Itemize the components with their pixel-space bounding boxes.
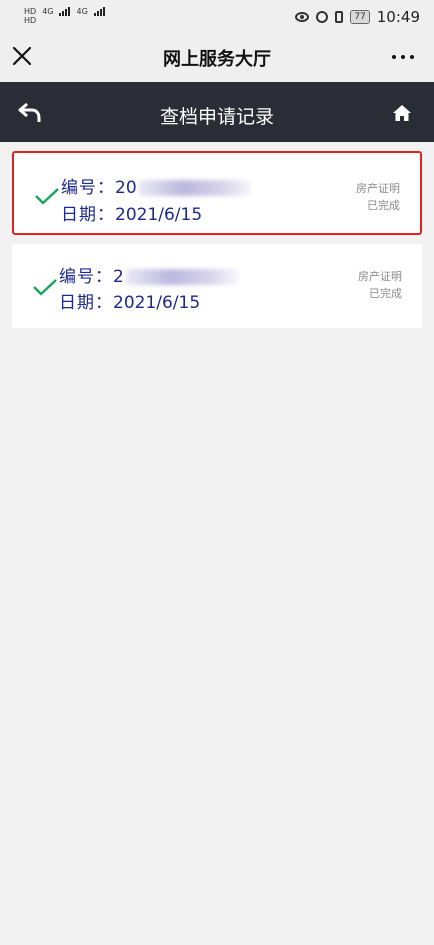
check-icon — [35, 188, 59, 205]
record-date-row: 日期：2021/6/15 — [59, 288, 200, 313]
redacted-number — [125, 269, 238, 285]
record-number: 20 — [115, 178, 137, 198]
clock: 10:49 — [376, 8, 420, 26]
nav-bar: 查档申请记录 — [0, 82, 434, 142]
record-number: 2 — [113, 267, 124, 287]
more-options-icon[interactable] — [392, 55, 414, 59]
record-status: 已完成 — [367, 199, 400, 212]
date-label: 日期： — [61, 205, 115, 225]
check-icon — [33, 279, 57, 296]
signal-icon — [59, 6, 71, 16]
record-date: 2021/6/15 — [113, 293, 201, 313]
hd-indicator: HD — [24, 6, 37, 16]
record-number-row: 编号：2 — [59, 262, 238, 287]
record-meta: 房产证明 已完成 — [356, 180, 400, 214]
date-label: 日期： — [59, 293, 113, 313]
section-title: 查档申请记录 — [159, 106, 274, 128]
status-right: 77 10:49 — [295, 8, 420, 26]
vibrate-icon — [335, 11, 344, 23]
network-type: 4G — [42, 6, 54, 16]
record-card[interactable]: 编号：20 日期：2021/6/15 房产证明 已完成 — [12, 151, 422, 235]
title-bar: 网上服务大厅 — [0, 32, 434, 82]
record-type: 房产证明 — [356, 182, 400, 195]
alarm-icon — [316, 11, 329, 23]
record-type: 房产证明 — [358, 270, 402, 283]
battery-indicator: 77 — [350, 10, 370, 24]
signal-indicators: HD 4G 4G HD — [24, 6, 105, 25]
record-meta: 房产证明 已完成 — [358, 268, 402, 302]
number-label: 编号： — [61, 178, 115, 198]
home-icon[interactable] — [392, 104, 412, 122]
record-number-row: 编号：20 — [61, 173, 251, 198]
hd-indicator-2: HD — [24, 16, 37, 25]
status-bar: HD 4G 4G HD 77 10:49 — [0, 0, 434, 32]
record-date: 2021/6/15 — [115, 205, 203, 225]
network-type-2: 4G — [76, 6, 88, 16]
record-date-row: 日期：2021/6/15 — [61, 200, 202, 225]
eye-icon — [295, 12, 310, 22]
page-title: 网上服务大厅 — [163, 49, 271, 70]
record-status: 已完成 — [369, 287, 402, 300]
record-card[interactable]: 编号：2 日期：2021/6/15 房产证明 已完成 — [12, 244, 422, 328]
signal-icon-2 — [93, 6, 105, 16]
number-label: 编号： — [59, 267, 113, 287]
redacted-number — [138, 180, 251, 196]
